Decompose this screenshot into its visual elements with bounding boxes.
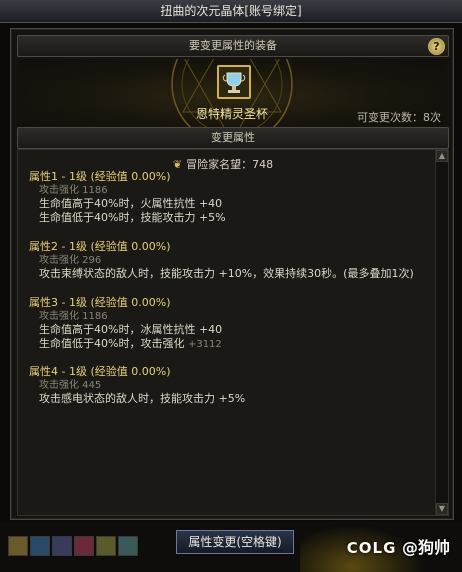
property-line: 生命值高于40%时，冰属性抗性 +40 [39,323,223,336]
bottom-bar: 属性变更(空格键) COLG @狗帅 [0,522,462,572]
property-attack: 攻击强化 1186 [39,185,108,196]
property-attack: 攻击强化 1186 [39,311,108,322]
property-2: 属性2 - 1级 (经验值 0.00%) 攻击强化 296 攻击束缚状态的敌人时… [29,240,424,281]
property-line: 生命值低于40%时，技能攻击力 +5% [39,211,226,224]
equip-section-title: 要变更属性的装备 [189,39,277,52]
skill-slot-icon[interactable] [74,536,94,556]
change-section-header: 变更属性 [17,127,449,149]
change-property-button[interactable]: 属性变更(空格键) [176,530,294,554]
property-line: 攻击感电状态的敌人时，技能攻击力 +5% [39,392,246,405]
property-line: 生命值低于40%时，攻击强化 +3112 [29,337,424,352]
equip-section-header: 要变更属性的装备 [17,35,449,57]
property-line-text: 生命值低于40%时，攻击强化 [39,337,185,350]
help-button[interactable]: ? [428,38,445,55]
scroll-down-icon[interactable]: ▼ [436,503,448,515]
scrollbar[interactable]: ▲ ▼ [435,150,448,515]
property-line: 攻击束缚状态的敌人时，技能攻击力 +10%，效果持续30秒。(最多叠加1次) [39,267,414,280]
property-1: 属性1 - 1级 (经验值 0.00%) 攻击强化 1186 生命值高于40%时… [29,170,424,225]
equip-area: 恩特精灵圣杯 可变更次数：8次 [17,59,447,127]
skill-slot-icon[interactable] [8,536,28,556]
property-line: 生命值高于40%时，火属性抗性 +40 [39,197,223,210]
property-attack: 攻击强化 445 [39,380,102,391]
scroll-up-icon[interactable]: ▲ [436,150,448,162]
property-3: 属性3 - 1级 (经验值 0.00%) 攻击强化 1186 生命值高于40%时… [29,296,424,352]
change-count: 可变更次数：8次 [357,111,441,124]
grail-icon [219,67,249,97]
skill-bar [8,536,140,556]
property-4: 属性4 - 1级 (经验值 0.00%) 攻击强化 445 攻击感电状态的敌人时… [29,365,424,406]
watermark-text: @狗帅 [401,538,450,557]
dimension-crystal-window: 要变更属性的装备 ? 恩特精灵圣杯 可变更次数：8次 变更属性 ❦ 冒险家名望：… [10,28,454,520]
skill-slot-icon[interactable] [52,536,72,556]
property-title: 属性3 - 1级 (经验值 0.00%) [29,296,171,309]
property-attack: 攻击强化 296 [39,255,102,266]
window-title: 扭曲的次元晶体[账号绑定] [0,0,462,23]
equipment-slot[interactable] [217,65,251,99]
skill-slot-icon[interactable] [118,536,138,556]
property-title: 属性1 - 1级 (经验值 0.00%) [29,170,171,183]
property-title: 属性2 - 1级 (经验值 0.00%) [29,240,171,253]
properties-panel: ❦ 冒险家名望：748 属性1 - 1级 (经验值 0.00%) 攻击强化 118… [17,149,449,516]
watermark-logo: COLG [346,539,397,557]
property-title: 属性4 - 1级 (经验值 0.00%) [29,365,171,378]
skill-slot-icon[interactable] [30,536,50,556]
change-section-title: 变更属性 [211,131,255,144]
skill-slot-icon[interactable] [96,536,116,556]
watermark: COLG @狗帅 [347,534,450,558]
property-extra: +3112 [187,339,222,350]
